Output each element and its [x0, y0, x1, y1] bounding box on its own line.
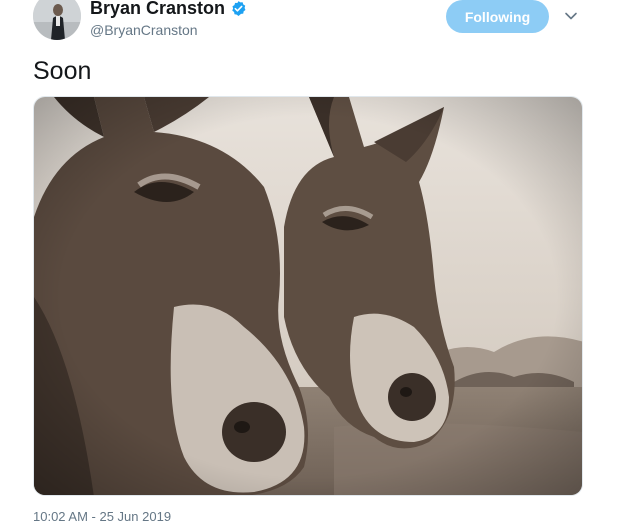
tweet-photo[interactable] — [33, 96, 583, 496]
verified-badge-icon — [230, 0, 247, 17]
avatar-image — [33, 0, 81, 40]
chevron-down-icon[interactable] — [564, 9, 578, 23]
avatar[interactable] — [33, 0, 81, 40]
author-name-row[interactable]: Bryan Cranston — [90, 0, 247, 18]
following-button[interactable]: Following — [446, 0, 549, 33]
display-name[interactable]: Bryan Cranston — [90, 0, 225, 18]
donkeys-photo — [34, 97, 582, 495]
user-handle[interactable]: @BryanCranston — [90, 21, 198, 39]
tweet-timestamp[interactable]: 10:02 AM - 25 Jun 2019 — [33, 509, 171, 525]
tweet-text: Soon — [33, 57, 92, 85]
